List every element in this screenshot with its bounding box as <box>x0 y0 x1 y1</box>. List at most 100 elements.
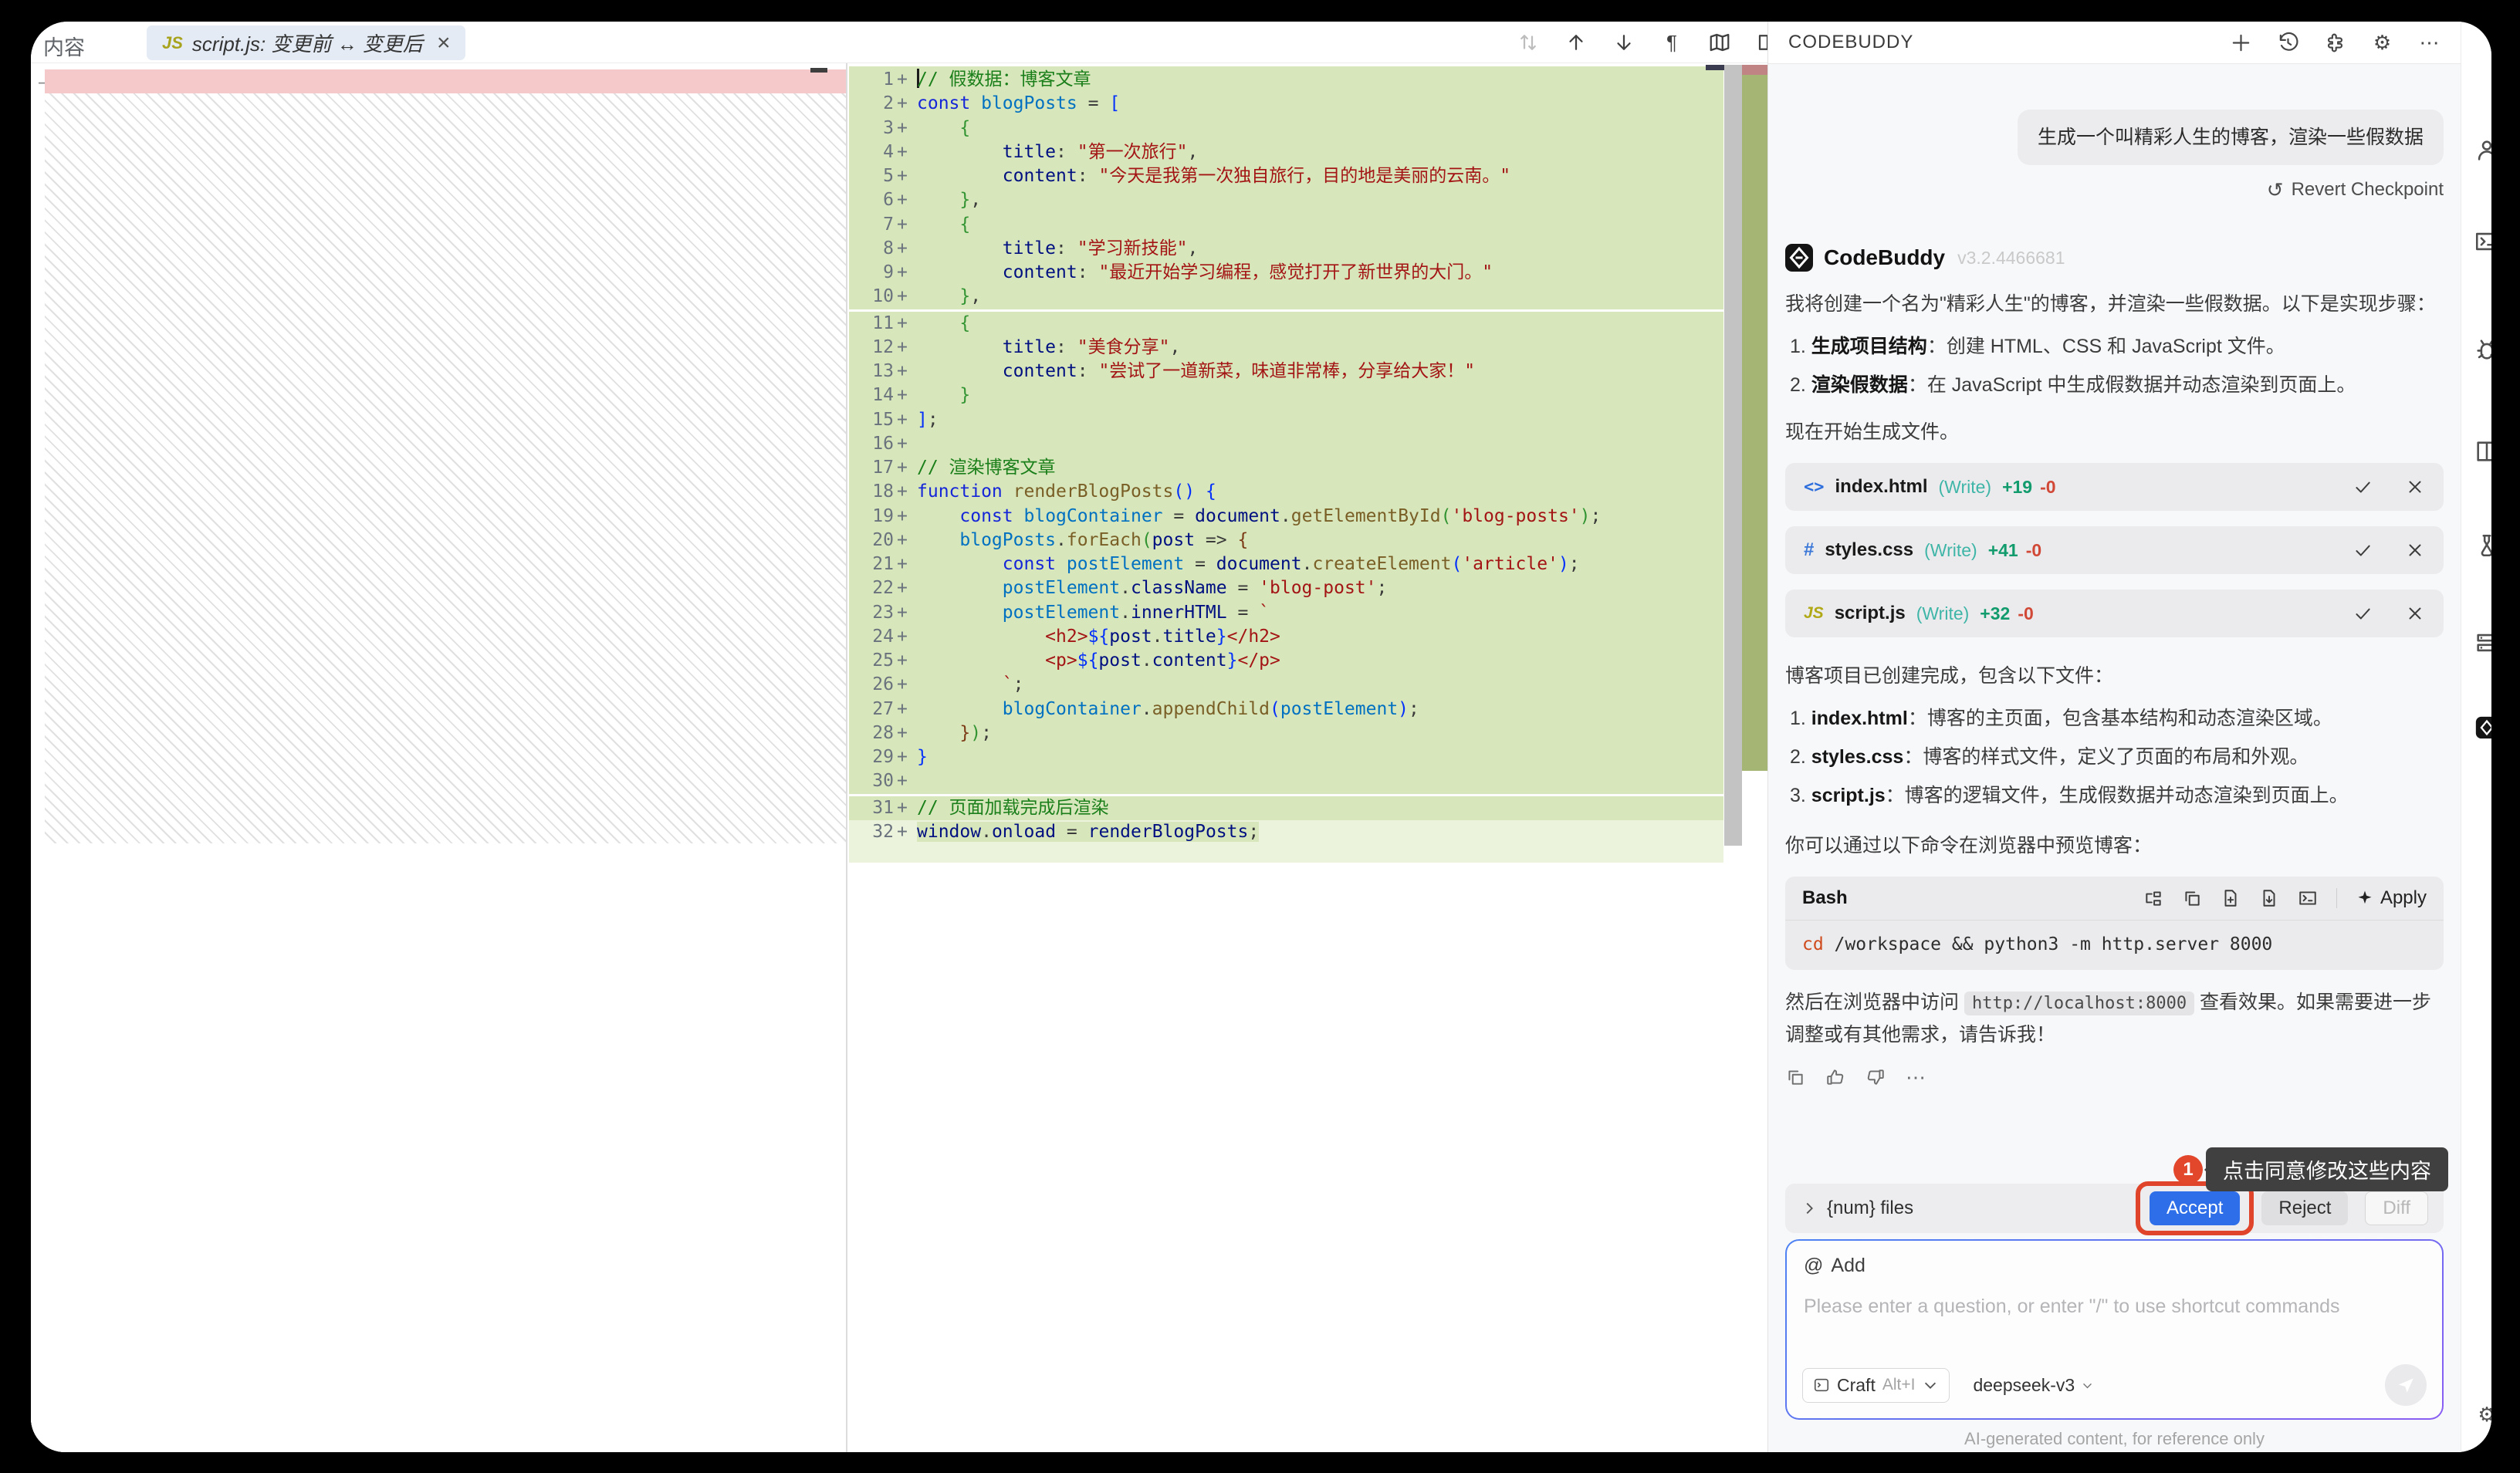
add-label: Add <box>1831 1255 1865 1277</box>
check-icon[interactable] <box>2353 540 2373 560</box>
write-mode-badge: (Write) <box>1939 477 1992 498</box>
swap-icon[interactable] <box>1517 31 1540 54</box>
editor-tab-bar: 内容 JS script.js: 变更前 ↔ 变更后 × ¶⋯ <box>31 22 1767 63</box>
files-count-label[interactable]: {num} files <box>1827 1198 1913 1219</box>
code-line-22: 22+ postElement.className = 'blog-post'; <box>849 576 1723 600</box>
thumb-down-icon[interactable] <box>1865 1067 1886 1087</box>
x-icon[interactable] <box>2405 540 2425 560</box>
file-plus-icon[interactable] <box>2221 888 2241 908</box>
code-line-14: 14+ } <box>849 383 1723 407</box>
code-line-18: 18+function renderBlogPosts() { <box>849 480 1723 504</box>
clipped-tab-label[interactable]: 内容 <box>43 31 85 61</box>
send-button[interactable] <box>2385 1364 2427 1406</box>
plus-icon[interactable] <box>2230 32 2252 54</box>
code-line-13: 13+ content: "尝试了一道新菜，味道非常棒，分享给大家！" <box>849 360 1723 383</box>
code-line-7: 7+ { <box>849 213 1723 237</box>
more-icon[interactable]: ⋯ <box>1906 1067 1926 1087</box>
codebuddy-panel-header: CODEBUDDY ⚙⋯ <box>1768 22 2461 64</box>
created-files-list: 1. index.html：博客的主页面，包含基本结构和动态渲染区域。2. st… <box>1785 694 2444 810</box>
pilcrow-icon[interactable]: ¶ <box>1660 31 1683 54</box>
apply-button[interactable]: Apply <box>2356 887 2427 909</box>
annotation-tooltip-text: 点击同意修改这些内容 <box>2206 1147 2448 1191</box>
x-icon[interactable] <box>2405 603 2425 623</box>
tab-script-js-diff[interactable]: JS script.js: 变更前 ↔ 变更后 × <box>147 25 465 60</box>
command-args: /workspace && python3 -m http.server 800… <box>1824 934 2273 954</box>
codebuddy-panel: CODEBUDDY ⚙⋯ 生成一个叫精彩人生的博客，渲染一些假数据 ↺ Reve… <box>1767 22 2461 1452</box>
diff-button[interactable]: Diff <box>2365 1191 2428 1225</box>
code-line-11: 11+ { <box>849 312 1723 336</box>
at-icon: @ <box>1804 1256 1823 1275</box>
debug-icon[interactable] <box>2474 336 2491 363</box>
thumb-up-icon[interactable] <box>1825 1067 1845 1087</box>
arrow-up-icon[interactable] <box>1564 31 1588 54</box>
gear-icon[interactable]: ⚙ <box>2371 32 2393 54</box>
x-icon[interactable] <box>2405 477 2425 497</box>
codebuddy-logo-icon[interactable] <box>2474 715 2491 741</box>
craft-icon <box>1813 1377 1830 1394</box>
chat-input[interactable]: @ Add Please enter a question, or enter … <box>1787 1241 2442 1418</box>
assistant-intro: 我将创建一个名为"精彩人生"的博客，并渲染一些假数据。以下是实现步骤： <box>1785 289 2444 319</box>
code-editor-content[interactable]: 1+// 假数据：博客文章2+const blogPosts = [3+ {4+… <box>849 66 1723 863</box>
copy-icon[interactable] <box>2182 888 2202 908</box>
accept-button[interactable]: Accept <box>2150 1191 2240 1225</box>
file-card-styles.css[interactable]: #styles.css(Write)+41-0 <box>1785 526 2444 574</box>
chevron-down-icon <box>2081 1379 2094 1392</box>
gear-icon[interactable]: ⚙ <box>2474 1401 2491 1427</box>
revert-checkpoint-button[interactable]: ↺ Revert Checkpoint <box>2267 179 2444 201</box>
plan-step: 1. 生成项目结构：创建 HTML、CSS 和 JavaScript 文件。 <box>1785 332 2444 361</box>
input-toolbar: Craft Alt+I deepseek-v3 <box>1802 1364 2427 1406</box>
lines-added: +19 <box>2002 477 2032 498</box>
copy-icon[interactable] <box>1785 1067 1805 1087</box>
css-file-icon: # <box>1804 539 1814 561</box>
code-line-6: 6+ }, <box>849 188 1723 212</box>
check-icon[interactable] <box>2353 477 2373 497</box>
tab-close-icon[interactable]: × <box>437 30 451 56</box>
apply-label: Apply <box>2380 887 2427 909</box>
divider <box>2336 888 2337 908</box>
desktop-background: 内容 JS script.js: 变更前 ↔ 变更后 × ¶⋯ – 1+// 假… <box>0 0 2520 1473</box>
file-name: script.js <box>1835 603 1906 624</box>
map-icon[interactable] <box>1708 31 1731 54</box>
chevron-right-icon[interactable] <box>1801 1200 1818 1217</box>
bash-command[interactable]: cd /workspace && python3 -m http.server … <box>1785 920 2444 970</box>
reject-button[interactable]: Reject <box>2261 1191 2348 1225</box>
diff-editor: – 1+// 假数据：博客文章2+const blogPosts = [3+ {… <box>31 63 1767 1452</box>
server-icon[interactable] <box>2474 630 2491 656</box>
file-name: index.html <box>1835 476 1928 498</box>
bash-actions <box>2143 888 2318 908</box>
arrow-down-icon[interactable] <box>1612 31 1635 54</box>
check-icon[interactable] <box>2353 603 2373 623</box>
diff-after-pane: 1+// 假数据：博客文章2+const blogPosts = [3+ {4+… <box>849 63 1767 1452</box>
file-card-index.html[interactable]: <>index.html(Write)+19-0 <box>1785 463 2444 511</box>
terminal-box-icon[interactable] <box>2474 228 2491 255</box>
assistant-name: CodeBuddy <box>1824 245 1945 270</box>
assistant-version: v3.2.4466681 <box>1957 248 2065 269</box>
code-line-1: 1+// 假数据：博客文章 <box>849 68 1723 92</box>
code-line-17: 17+// 渲染博客文章 <box>849 456 1723 480</box>
terminal-icon[interactable] <box>2298 888 2318 908</box>
beaker-icon[interactable] <box>2474 532 2491 559</box>
extensions-icon[interactable] <box>2324 32 2346 54</box>
code-line-8: 8+ title: "学习新技能", <box>849 237 1723 261</box>
add-context-button[interactable]: @ Add <box>1804 1255 1865 1277</box>
file-name: styles.css <box>1825 539 1913 561</box>
code-line-30: 30+ <box>849 769 1723 793</box>
craft-mode-selector[interactable]: Craft Alt+I <box>1802 1368 1950 1403</box>
editor-scrollbar[interactable] <box>1724 65 1742 846</box>
layout-icon[interactable] <box>2474 438 2491 465</box>
file-down-icon[interactable] <box>2259 888 2279 908</box>
overview-ruler-deleted <box>1742 65 1767 75</box>
account-icon[interactable] <box>2474 137 2491 164</box>
chat-body: 生成一个叫精彩人生的博客，渲染一些假数据 ↺ Revert Checkpoint… <box>1768 65 2461 1452</box>
insert-icon[interactable] <box>2143 888 2163 908</box>
model-selector[interactable]: deepseek-v3 <box>1973 1375 2094 1396</box>
diff-before-pane[interactable]: – <box>31 63 847 1452</box>
html-file-icon: <> <box>1804 478 1825 497</box>
ai-disclaimer: AI-generated content, for reference only <box>1785 1429 2444 1452</box>
history-icon[interactable] <box>2277 32 2299 54</box>
more-icon[interactable]: ⋯ <box>2418 32 2441 54</box>
file-card-script.js[interactable]: JSscript.js(Write)+32-0 <box>1785 590 2444 637</box>
write-mode-badge: (Write) <box>1924 540 1977 561</box>
code-line-2: 2+const blogPosts = [ <box>849 92 1723 116</box>
code-line-27: 27+ blogContainer.appendChild(postElemen… <box>849 698 1723 721</box>
